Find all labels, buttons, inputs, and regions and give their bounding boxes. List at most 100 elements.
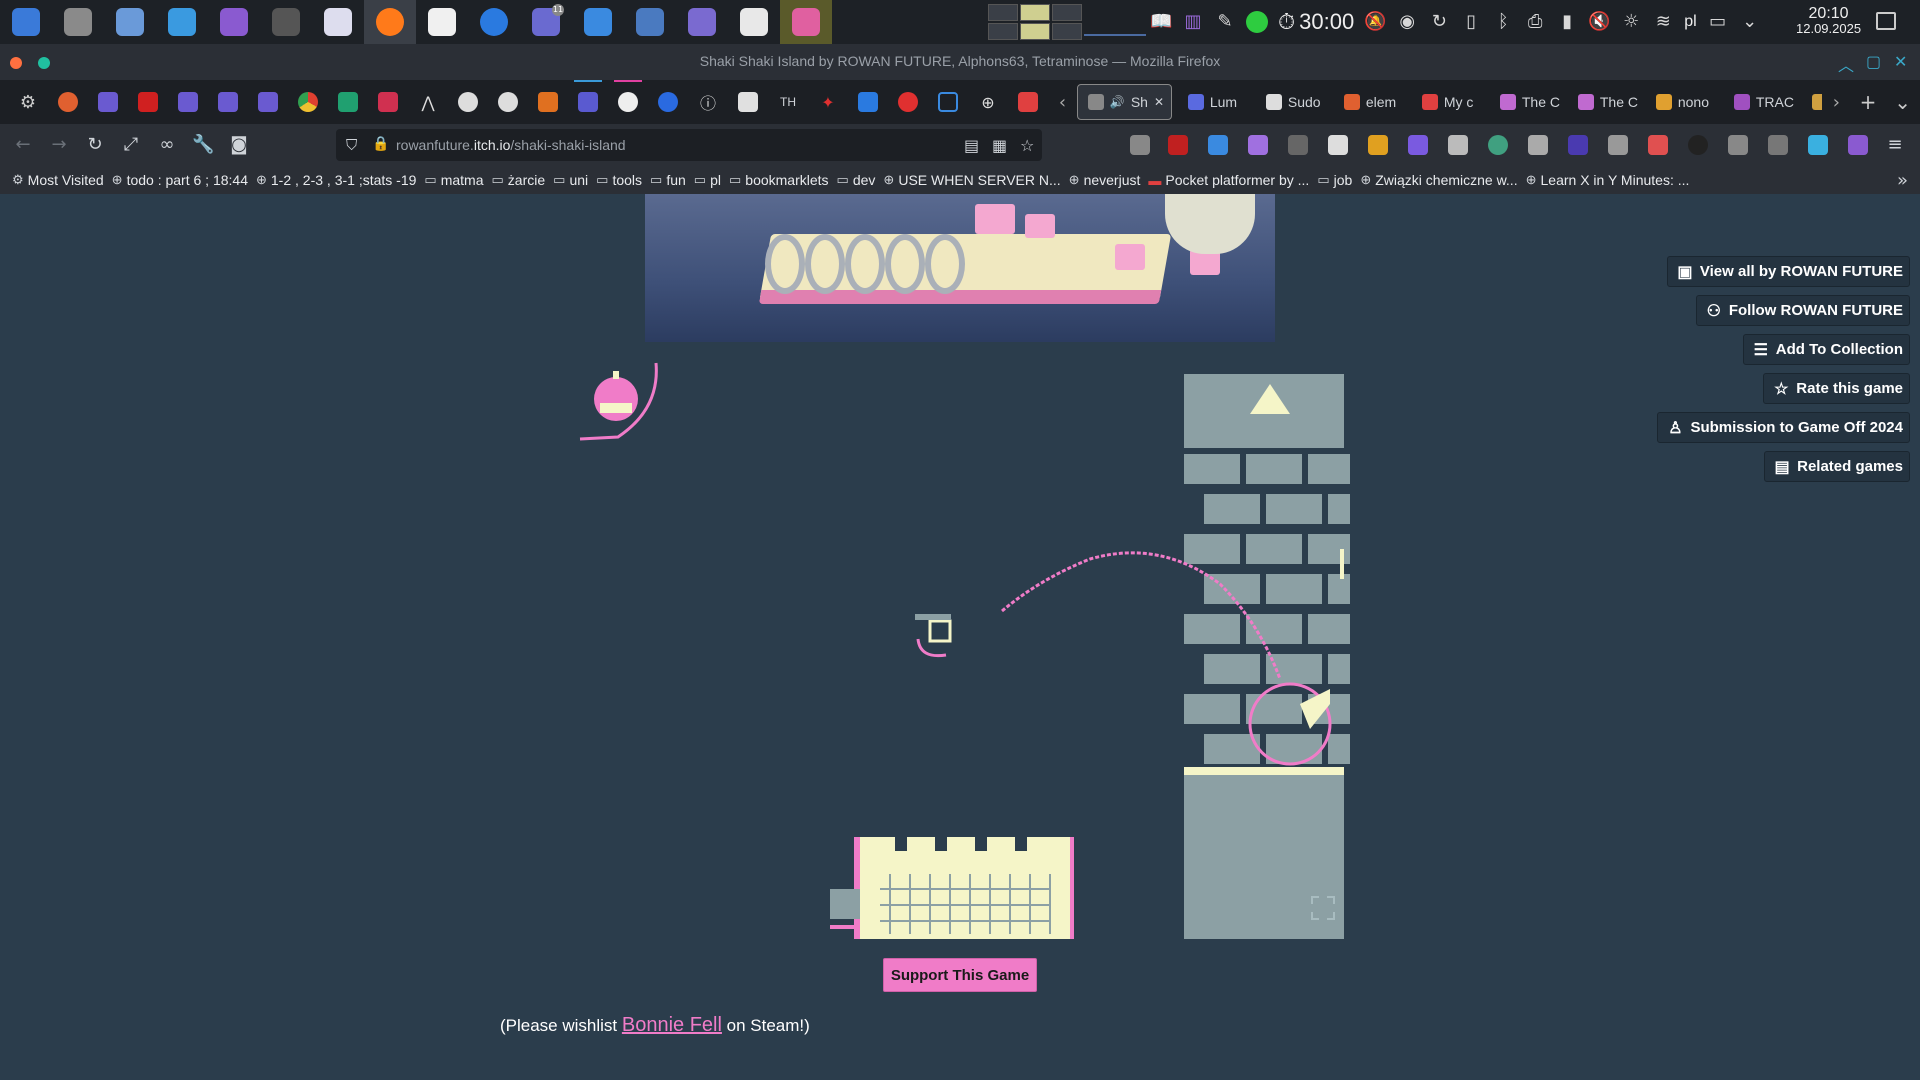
bookmark-item[interactable]: ▭ tools: [596, 172, 650, 188]
pinned-tab-notes[interactable]: [1008, 80, 1048, 124]
maximize-icon[interactable]: ▢: [1866, 52, 1881, 71]
pinned-tab-paypal[interactable]: [848, 80, 888, 124]
browser-tab[interactable]: My c: [1412, 84, 1484, 120]
brightness-icon[interactable]: ☼: [1620, 11, 1642, 33]
ublock-origin-icon[interactable]: [1168, 135, 1188, 155]
view-all-button[interactable]: ▣ View all by ROWAN FUTURE: [1666, 256, 1910, 287]
tray-expand-icon[interactable]: ⌄: [1739, 11, 1761, 33]
browser-tab[interactable]: elem: [1334, 84, 1406, 120]
taskbar-browser[interactable]: [468, 0, 520, 44]
extension-red-icon[interactable]: [1648, 135, 1668, 155]
url-text[interactable]: rowanfuture.itch.io/shaki-shaki-island: [396, 137, 626, 153]
extension-yellow-icon[interactable]: [1368, 135, 1388, 155]
pinned-tab-mastodon-3[interactable]: [248, 80, 288, 124]
forward-icon[interactable]: →: [48, 134, 70, 156]
bookmark-item[interactable]: ▭ pl: [694, 172, 729, 188]
bookmark-item[interactable]: ⊕ todo : part 6 ; 18:44: [112, 172, 256, 188]
bookmark-item[interactable]: ⊕ neverjust: [1069, 172, 1149, 188]
tracking-shield-icon[interactable]: ⛉: [346, 136, 357, 154]
extension-key-icon[interactable]: [1728, 135, 1748, 155]
browser-tab[interactable]: 🔊 Sh ✕: [1076, 84, 1172, 120]
pinned-tab-info[interactable]: ⓘ: [688, 80, 728, 124]
pinned-tab-duckduckgo[interactable]: [48, 80, 88, 124]
pinned-tab-ublock[interactable]: [528, 80, 568, 124]
focus-timer[interactable]: ⏱ 30:00: [1278, 9, 1354, 35]
printer-icon[interactable]: ⎙: [1524, 11, 1546, 33]
rate-button[interactable]: ☆ Rate this game: [1763, 373, 1910, 404]
desktop-6[interactable]: [1052, 23, 1082, 40]
notifications-off-icon[interactable]: 🔕: [1364, 11, 1386, 33]
pinned-tab-chrome[interactable]: [288, 80, 328, 124]
taskbar-package-app[interactable]: [624, 0, 676, 44]
taskbar-firefox[interactable]: [364, 0, 416, 44]
bookmark-item[interactable]: ▬ Pocket platformer by ...: [1148, 172, 1317, 188]
extension-violet-icon[interactable]: [1408, 135, 1428, 155]
taskbar-vpn-app[interactable]: [312, 0, 364, 44]
minimize-icon[interactable]: ︿: [1838, 52, 1854, 76]
back-icon[interactable]: ←: [12, 134, 34, 156]
taskbar-system-settings[interactable]: [52, 0, 104, 44]
speaker-icon[interactable]: 🔊: [1110, 95, 1125, 109]
pinned-tab-red[interactable]: [128, 80, 168, 124]
bonnie-fell-link[interactable]: Bonnie Fell: [622, 1014, 722, 1036]
wrench-icon[interactable]: 🔧: [192, 134, 214, 156]
browser-tab[interactable]: nono: [1646, 84, 1718, 120]
screenshot-icon[interactable]: ◙: [228, 134, 250, 156]
bookmark-item[interactable]: ⚙ Most Visited: [12, 172, 112, 188]
game-canvas[interactable]: [570, 359, 1350, 939]
pinned-tab-github-2[interactable]: [488, 80, 528, 124]
pinned-tab-settings[interactable]: ⚙: [8, 80, 48, 124]
bookmark-item[interactable]: ▭ fun: [650, 172, 694, 188]
scroll-tabs-left-icon[interactable]: ‹: [1048, 92, 1077, 113]
private-mask-icon[interactable]: ∞: [156, 134, 178, 156]
bookmark-item[interactable]: ⊕ Learn X in Y Minutes: ...: [1526, 172, 1698, 188]
extension-share-icon[interactable]: [1130, 135, 1150, 155]
color-picker-icon[interactable]: ✎: [1214, 11, 1236, 33]
desktop-1[interactable]: [988, 4, 1018, 21]
extension-purple-icon[interactable]: [1248, 135, 1268, 155]
pinned-tab-m[interactable]: [888, 80, 928, 124]
taskbar-file-manager[interactable]: [156, 0, 208, 44]
bookmark-item[interactable]: ▭ żarcie: [492, 172, 554, 188]
taskbar-viewer-app[interactable]: [728, 0, 780, 44]
pinned-tab-mail[interactable]: [88, 80, 128, 124]
taskbar-terminal[interactable]: [260, 0, 312, 44]
virtual-desktop-pager[interactable]: [988, 4, 1082, 40]
usb-icon[interactable]: ▮: [1556, 11, 1578, 33]
taskbar-editor-app[interactable]: [676, 0, 728, 44]
pinned-tab-mastodon-1[interactable]: [168, 80, 208, 124]
clock[interactable]: 20:10 12.09.2025: [1796, 6, 1861, 36]
browser-tab[interactable]: The C: [1490, 84, 1562, 120]
close-tab-icon[interactable]: ✕: [1154, 95, 1164, 109]
desktop-4[interactable]: [988, 23, 1018, 40]
bookmark-item[interactable]: ▭ dev: [837, 172, 884, 188]
show-desktop-icon[interactable]: [1876, 12, 1896, 30]
book-icon[interactable]: 📖: [1150, 11, 1172, 33]
more-bookmarks-icon[interactable]: »: [1897, 170, 1908, 191]
add-to-collection-button[interactable]: ☰ Add To Collection: [1742, 334, 1910, 365]
keyboard-layout[interactable]: pl: [1684, 13, 1696, 31]
taskbar-chat-app[interactable]: [572, 0, 624, 44]
extension-green-icon[interactable]: [1488, 135, 1508, 155]
extension-hv-icon[interactable]: [1288, 135, 1308, 155]
pinned-tab-globe[interactable]: ⊕: [968, 80, 1008, 124]
follow-button[interactable]: ⚇ Follow ROWAN FUTURE: [1695, 295, 1910, 326]
extension-copy-icon[interactable]: [1768, 135, 1788, 155]
extension-grid-icon[interactable]: [1448, 135, 1468, 155]
pinned-tab-star[interactable]: ✦: [808, 80, 848, 124]
kanban-icon[interactable]: ▥: [1182, 11, 1204, 33]
submission-button[interactable]: ♙ Submission to Game Off 2024: [1657, 412, 1910, 443]
taskbar-brush-app[interactable]: [416, 0, 468, 44]
extension-stripes-icon[interactable]: [1608, 135, 1628, 155]
bluetooth-icon[interactable]: ᛒ: [1492, 11, 1514, 33]
volume-muted-icon[interactable]: 🔇: [1588, 11, 1610, 33]
pinned-tab-mastodon-2[interactable]: [208, 80, 248, 124]
pinned-tab-green[interactable]: [328, 80, 368, 124]
taskbar-notes-app[interactable]: [104, 0, 156, 44]
system-monitor-graph[interactable]: [1084, 10, 1146, 36]
bookmark-item[interactable]: ▭ uni: [553, 172, 596, 188]
update-icon[interactable]: ↻: [1428, 11, 1450, 33]
browser-tab[interactable]: TRAC: [1724, 84, 1796, 120]
reader-view-icon[interactable]: ▤: [964, 136, 979, 155]
pinned-tab-openai[interactable]: [608, 80, 648, 124]
